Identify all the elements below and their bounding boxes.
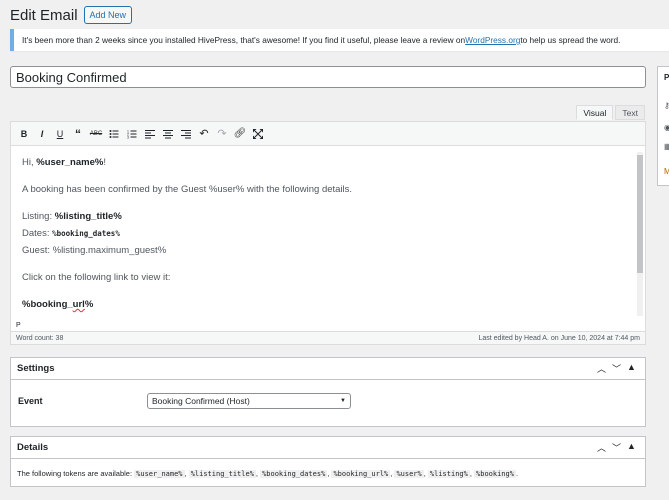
editor-tabs: Visual Text (574, 105, 645, 120)
page-header: Edit Email Add New (10, 4, 133, 26)
token: %booking_dates% (260, 470, 328, 478)
token: %user% (394, 470, 424, 478)
tab-text[interactable]: Text (615, 105, 645, 120)
greeting-line: Hi, %user_name%! (22, 157, 106, 168)
token: %booking% (474, 470, 516, 478)
align-right-icon[interactable] (177, 125, 195, 143)
editor-scrollbar-thumb[interactable] (637, 155, 643, 273)
editor-content[interactable]: Hi, %user_name%! A booking has been conf… (11, 146, 645, 320)
add-new-button[interactable]: Add New (83, 6, 133, 24)
underline-icon[interactable]: U (51, 125, 69, 143)
svg-text:3: 3 (127, 135, 129, 139)
eye-icon: ◉ (664, 123, 669, 132)
last-edited: Last edited by Head A. on June 10, 2024 … (478, 334, 640, 342)
settings-title: Settings (17, 363, 55, 374)
token-list: The following tokens are available: %use… (17, 469, 519, 478)
align-center-icon[interactable] (159, 125, 177, 143)
word-count: Word count: 38 (16, 334, 64, 342)
settings-box: Settings ︿ ﹀ ▲ Event Booking Confirmed (… (10, 357, 646, 427)
event-label: Event (18, 396, 43, 406)
details-intro: The following tokens are available: (17, 469, 135, 478)
review-notice: It's been more than 2 weeks since you in… (10, 29, 669, 51)
page-title: Edit Email (10, 6, 78, 24)
event-selected-value: Booking Confirmed (Host) (152, 396, 250, 406)
move-up-icon[interactable]: ︿ (594, 441, 609, 454)
editor-toolbar: B I U “ ABC 123 ↶ ↷ 🔗︎ (11, 122, 645, 146)
click-line: Click on the following link to view it: (22, 272, 171, 283)
italic-icon[interactable]: I (33, 125, 51, 143)
post-title-input[interactable]: Booking Confirmed (10, 66, 646, 88)
settings-header: Settings ︿ ﹀ ▲ (11, 358, 645, 380)
redo-icon[interactable]: ↷ (213, 125, 231, 143)
details-title: Details (17, 442, 49, 453)
element-path: P (16, 322, 21, 329)
blockquote-icon[interactable]: “ (69, 125, 87, 143)
chevron-down-icon: ▼ (340, 398, 346, 404)
token: %booking_url% (331, 470, 391, 478)
align-left-icon[interactable] (141, 125, 159, 143)
bullet-list-icon[interactable] (105, 125, 123, 143)
side-link-icon[interactable]: M (664, 167, 669, 176)
content-editor: B I U “ ABC 123 ↶ ↷ 🔗︎ Hi, %user_name%! … (10, 121, 646, 345)
move-up-icon[interactable]: ︿ (594, 362, 609, 375)
details-box: Details ︿ ﹀ ▲ The following tokens are a… (10, 436, 646, 487)
key-icon: ⚷ (664, 101, 669, 110)
details-header: Details ︿ ﹀ ▲ (11, 437, 645, 459)
undo-icon[interactable]: ↶ (195, 125, 213, 143)
link-icon[interactable]: 🔗︎ (231, 125, 249, 143)
guest-line: Guest: %listing.maximum_guest% (22, 245, 167, 256)
token: %listing_title% (188, 470, 256, 478)
token: %user_name% (134, 470, 185, 478)
notice-text-after: to help us spread the word. (520, 35, 621, 45)
token: %listing% (427, 470, 470, 478)
move-down-icon[interactable]: ﹀ (609, 362, 624, 375)
side-panel: P ⚷ ◉ ▦ M (657, 66, 669, 186)
dates-line: Dates: %booking_dates% (22, 228, 120, 239)
numbered-list-icon[interactable]: 123 (123, 125, 141, 143)
bold-icon[interactable]: B (15, 125, 33, 143)
tab-visual[interactable]: Visual (576, 105, 614, 120)
editor-status-bar: Word count: 38 Last edited by Head A. on… (11, 331, 645, 344)
wordpress-org-link[interactable]: WordPress.org (465, 35, 520, 45)
collapse-icon[interactable]: ▲ (624, 441, 639, 454)
listing-line: Listing: %listing_title% (22, 211, 122, 222)
booking-url-line: %booking_url% (22, 299, 94, 310)
notice-text-before: It's been more than 2 weeks since you in… (22, 35, 466, 45)
fullscreen-icon[interactable] (249, 125, 267, 143)
move-down-icon[interactable]: ﹀ (609, 441, 624, 454)
strikethrough-icon[interactable]: ABC (87, 125, 105, 143)
calendar-icon: ▦ (664, 142, 669, 151)
event-select[interactable]: Booking Confirmed (Host) ▼ (147, 393, 351, 409)
intro-line: A booking has been confirmed by the Gues… (22, 184, 353, 195)
collapse-icon[interactable]: ▲ (624, 362, 639, 375)
side-panel-label: P (664, 73, 669, 82)
